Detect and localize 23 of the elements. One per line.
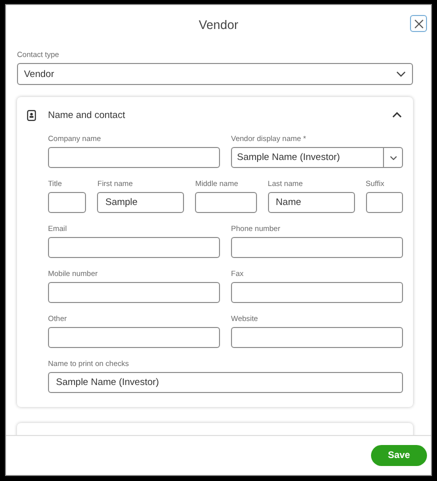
- input-field[interactable]: [231, 327, 403, 348]
- close-icon: [414, 18, 424, 28]
- input-field[interactable]: [231, 282, 403, 303]
- chevron-icon[interactable]: [392, 112, 402, 118]
- input-field[interactable]: [48, 237, 220, 258]
- dialog-title: Vendor: [198, 18, 238, 32]
- contact-card-icon: [27, 110, 36, 120]
- chevron-down-icon: [390, 156, 396, 160]
- input-field[interactable]: [48, 192, 86, 213]
- input-field[interactable]: [366, 192, 403, 213]
- section-title: Name and contact: [48, 110, 126, 120]
- dropdown-field[interactable]: Sample Name (Investor): [231, 147, 403, 168]
- input-field[interactable]: [231, 237, 403, 258]
- input-field[interactable]: Name: [268, 192, 355, 213]
- contact-type-dropdown[interactable]: Vendor: [17, 63, 413, 85]
- input-field[interactable]: Sample: [97, 192, 184, 213]
- close-button[interactable]: [410, 15, 427, 32]
- input-field[interactable]: [48, 327, 220, 348]
- input-field[interactable]: [48, 147, 220, 168]
- input-field[interactable]: [195, 192, 257, 213]
- input-field[interactable]: Sample Name (Investor): [48, 372, 403, 393]
- input-field[interactable]: [48, 282, 220, 303]
- chevron-down-icon: [396, 71, 406, 77]
